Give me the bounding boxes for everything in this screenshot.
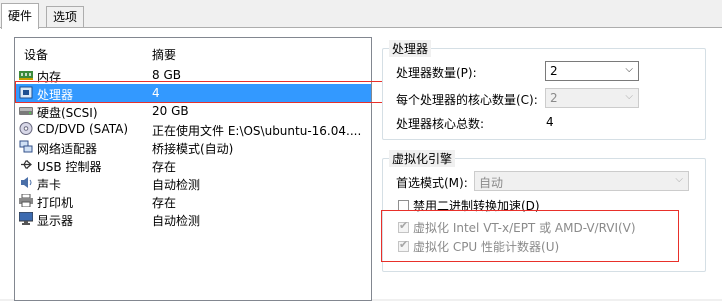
- column-header-summary[interactable]: 摘要: [152, 46, 176, 63]
- cores-per-processor-value: 2: [550, 91, 558, 105]
- preferred-mode-value: 自动: [479, 176, 504, 190]
- device-list[interactable]: 设备 摘要 内存 8 GB 处理器 4 硬盘(SCSI) 20 GB CD/DV…: [14, 37, 372, 301]
- cd-dvd-icon: [19, 122, 33, 135]
- device-summary: 正在使用文件 E:\OS\ubuntu-16.04....: [152, 124, 362, 138]
- device-row-sound-card[interactable]: 声卡 自动检测: [15, 174, 371, 192]
- device-summary: 8 GB: [152, 68, 181, 82]
- column-header-device[interactable]: 设备: [24, 46, 48, 63]
- selection-highlight-box: [15, 81, 383, 103]
- total-cores-value: 4: [546, 115, 554, 129]
- device-name: CD/DVD (SATA): [37, 122, 129, 136]
- virtualization-highlight-box: [381, 210, 679, 262]
- device-name: USB 控制器: [37, 160, 102, 174]
- device-row-cd-dvd[interactable]: CD/DVD (SATA) 正在使用文件 E:\OS\ubuntu-16.04.…: [15, 120, 371, 138]
- device-summary: 自动检测: [152, 214, 201, 228]
- usb-controller-icon: [19, 158, 33, 171]
- tab-options[interactable]: 选项: [46, 6, 85, 27]
- device-row-usb-controller[interactable]: USB 控制器 存在: [15, 156, 371, 174]
- device-name: 显示器: [37, 214, 74, 228]
- device-list-header: 设备 摘要: [15, 38, 371, 63]
- device-summary: 20 GB: [152, 104, 189, 118]
- device-summary: 存在: [152, 160, 177, 174]
- device-row-network-adapter[interactable]: 网络适配器 桥接模式(自动): [15, 138, 371, 156]
- device-row-printer[interactable]: 打印机 存在: [15, 192, 371, 210]
- device-name: 硬盘(SCSI): [37, 106, 98, 120]
- preferred-mode-select[interactable]: 自动 ⌵: [474, 171, 689, 191]
- virtualization-engine-title: 虚拟化引擎: [389, 150, 456, 167]
- device-name: 网络适配器: [37, 142, 98, 156]
- cores-per-processor-label: 每个处理器的核心数量(C):: [396, 93, 538, 107]
- processor-count-value: 2: [550, 64, 558, 78]
- chevron-down-icon: ⌵: [675, 174, 683, 185]
- preferred-mode-label: 首选模式(M):: [396, 176, 468, 190]
- device-summary: 自动检测: [152, 178, 201, 192]
- tab-bar: 硬件 选项: [0, 0, 722, 29]
- processor-group-title: 处理器: [389, 40, 432, 57]
- chevron-down-icon: ⌵: [625, 91, 633, 102]
- processor-count-select[interactable]: 2 ⌵: [545, 61, 639, 81]
- device-row-display[interactable]: 显示器 自动检测: [15, 210, 371, 228]
- sound-card-icon: [19, 176, 33, 189]
- total-cores-label: 处理器核心总数:: [396, 117, 485, 131]
- tab-hardware[interactable]: 硬件: [1, 3, 40, 29]
- printer-icon: [19, 193, 33, 208]
- device-name: 打印机: [37, 196, 74, 210]
- hard-disk-icon: [19, 104, 33, 117]
- memory-icon: [19, 68, 33, 81]
- device-summary: 桥接模式(自动): [152, 142, 234, 156]
- device-summary: 存在: [152, 196, 177, 210]
- display-icon: [18, 211, 34, 225]
- network-adapter-icon: [19, 140, 33, 153]
- device-name: 声卡: [37, 178, 62, 192]
- device-row-hard-disk[interactable]: 硬盘(SCSI) 20 GB: [15, 102, 371, 120]
- processor-count-label: 处理器数量(P):: [396, 66, 477, 80]
- cores-per-processor-select[interactable]: 2 ⌵: [545, 88, 639, 108]
- chevron-down-icon: ⌵: [625, 64, 633, 75]
